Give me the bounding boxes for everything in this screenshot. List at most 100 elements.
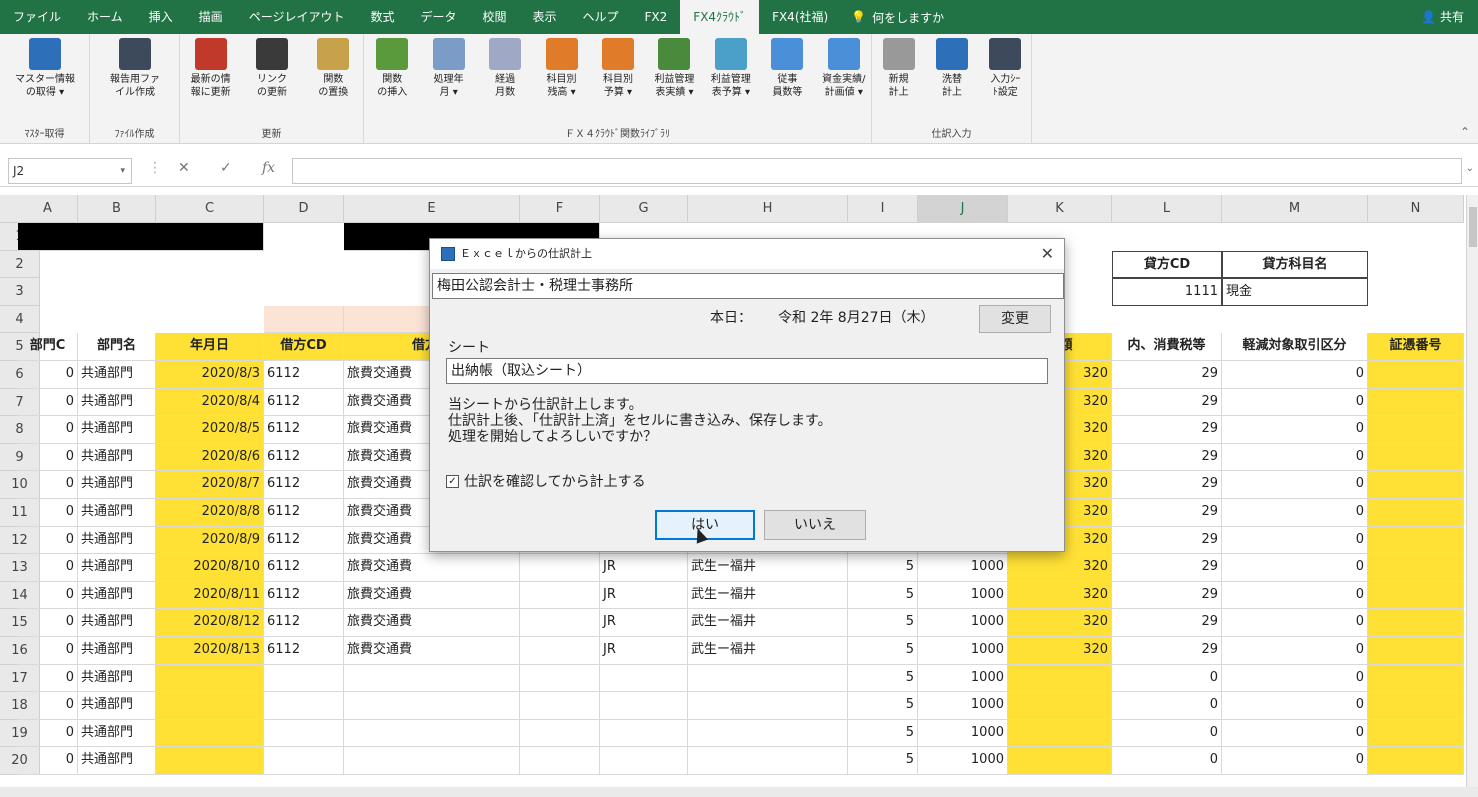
- tax-cell[interactable]: 29: [1112, 361, 1222, 389]
- debit-account-cell[interactable]: [344, 719, 520, 748]
- column-header[interactable]: M: [1222, 195, 1368, 223]
- chevron-down-icon[interactable]: ▾: [120, 159, 125, 183]
- date-cell[interactable]: [156, 719, 264, 748]
- amount-cell[interactable]: 320: [1008, 609, 1112, 637]
- dept-code-cell[interactable]: 0: [18, 526, 78, 555]
- dept-code-cell[interactable]: 0: [18, 416, 78, 444]
- carrier-cell[interactable]: JR: [600, 637, 688, 665]
- date-cell[interactable]: 2020/8/5: [156, 416, 264, 444]
- column-header[interactable]: L: [1112, 195, 1222, 223]
- route-cell[interactable]: 武生ー福井: [688, 637, 848, 665]
- dept-code-cell[interactable]: 0: [18, 664, 78, 693]
- dept-code-cell[interactable]: 0: [18, 388, 78, 417]
- redacted-block[interactable]: [18, 223, 264, 251]
- debit-account-cell[interactable]: 旅費交通費: [344, 554, 520, 582]
- cell[interactable]: [520, 637, 600, 665]
- ribbon-button[interactable]: 最新の情 報に更新: [180, 38, 241, 99]
- dept-name-cell[interactable]: 共通部門: [78, 637, 156, 665]
- debit-cd-cell[interactable]: 6112: [264, 581, 344, 610]
- dept-name-cell[interactable]: 共通部門: [78, 471, 156, 499]
- debit-cd-cell[interactable]: 6112: [264, 416, 344, 444]
- reduced-tax-cell[interactable]: 0: [1222, 637, 1368, 665]
- date-cell[interactable]: 2020/8/13: [156, 637, 264, 665]
- tax-cell[interactable]: 0: [1112, 719, 1222, 748]
- route-cell[interactable]: 武生ー福井: [688, 581, 848, 610]
- tax-cell[interactable]: 29: [1112, 609, 1222, 637]
- column-header[interactable]: G: [600, 195, 688, 223]
- voucher-cell[interactable]: [1368, 361, 1464, 389]
- voucher-cell[interactable]: [1368, 664, 1464, 693]
- ribbon-button[interactable]: 処理年 月 ▾: [420, 38, 476, 99]
- unit-cell[interactable]: 1000: [918, 664, 1008, 693]
- count-cell[interactable]: 5: [848, 747, 918, 775]
- debit-account-cell[interactable]: 旅費交通費: [344, 637, 520, 665]
- unit-cell[interactable]: 1000: [918, 747, 1008, 775]
- tax-cell[interactable]: 29: [1112, 471, 1222, 499]
- column-title[interactable]: 部門C: [18, 333, 78, 361]
- date-cell[interactable]: 2020/8/9: [156, 526, 264, 555]
- column-header[interactable]: H: [688, 195, 848, 223]
- voucher-cell[interactable]: [1368, 416, 1464, 444]
- dept-name-cell[interactable]: 共通部門: [78, 581, 156, 610]
- dept-name-cell[interactable]: 共通部門: [78, 443, 156, 472]
- column-header[interactable]: F: [520, 195, 600, 223]
- menu-tab[interactable]: FX4(社福): [759, 0, 841, 34]
- voucher-cell[interactable]: [1368, 471, 1464, 499]
- voucher-cell[interactable]: [1368, 526, 1464, 555]
- menu-tab[interactable]: FX2: [632, 0, 681, 34]
- voucher-cell[interactable]: [1368, 581, 1464, 610]
- reduced-tax-cell[interactable]: 0: [1222, 388, 1368, 417]
- debit-account-cell[interactable]: 旅費交通費: [344, 581, 520, 610]
- reduced-tax-cell[interactable]: 0: [1222, 554, 1368, 582]
- ribbon-button[interactable]: 科目別 予算 ▾: [590, 38, 646, 99]
- count-cell[interactable]: 5: [848, 609, 918, 637]
- debit-cd-cell[interactable]: 6112: [264, 499, 344, 527]
- dept-name-cell[interactable]: 共通部門: [78, 747, 156, 775]
- menu-tab[interactable]: ホーム: [74, 0, 136, 34]
- ribbon-button[interactable]: 関数 の挿入: [364, 38, 420, 99]
- route-cell[interactable]: [688, 719, 848, 748]
- ribbon-button[interactable]: 新規 計上: [872, 38, 925, 99]
- dept-name-cell[interactable]: 共通部門: [78, 609, 156, 637]
- unit-cell[interactable]: 1000: [918, 692, 1008, 720]
- date-cell[interactable]: 2020/8/10: [156, 554, 264, 582]
- ribbon-button[interactable]: 経過 月数: [477, 38, 533, 99]
- count-cell[interactable]: 5: [848, 581, 918, 610]
- ribbon-button[interactable]: 洗替 計上: [925, 38, 978, 99]
- voucher-cell[interactable]: [1368, 692, 1464, 720]
- dept-name-cell[interactable]: 共通部門: [78, 361, 156, 389]
- cell[interactable]: [520, 609, 600, 637]
- reduced-tax-cell[interactable]: 0: [1222, 664, 1368, 693]
- date-cell[interactable]: 2020/8/4: [156, 388, 264, 417]
- ribbon-button[interactable]: 資金実績/ 計画値 ▾: [816, 38, 872, 99]
- voucher-cell[interactable]: [1368, 499, 1464, 527]
- count-cell[interactable]: 5: [848, 664, 918, 693]
- reduced-tax-cell[interactable]: 0: [1222, 609, 1368, 637]
- scrollbar-thumb[interactable]: [1469, 207, 1477, 247]
- tax-cell[interactable]: 29: [1112, 388, 1222, 417]
- menu-tab[interactable]: ヘルプ: [570, 0, 632, 34]
- menu-tab[interactable]: 挿入: [136, 0, 186, 34]
- route-cell[interactable]: 武生ー福井: [688, 609, 848, 637]
- ribbon-button[interactable]: 従事 員数等: [759, 38, 815, 99]
- debit-cd-cell[interactable]: [264, 664, 344, 693]
- unit-cell[interactable]: 1000: [918, 581, 1008, 610]
- confirm-checkbox[interactable]: ✓: [446, 474, 459, 488]
- date-cell[interactable]: 2020/8/6: [156, 443, 264, 472]
- no-button[interactable]: いいえ: [764, 510, 866, 540]
- chevron-up-icon[interactable]: ⌃: [1460, 125, 1470, 139]
- date-cell[interactable]: 2020/8/12: [156, 609, 264, 637]
- count-cell[interactable]: 5: [848, 554, 918, 582]
- date-cell[interactable]: [156, 692, 264, 720]
- debit-cd-cell[interactable]: 6112: [264, 361, 344, 389]
- debit-account-cell[interactable]: [344, 692, 520, 720]
- date-cell[interactable]: 2020/8/7: [156, 471, 264, 499]
- row-header[interactable]: 4: [0, 305, 40, 334]
- credit-name-value[interactable]: 現金: [1222, 278, 1368, 306]
- cell[interactable]: [520, 554, 600, 582]
- column-header[interactable]: D: [264, 195, 344, 223]
- vertical-scrollbar[interactable]: [1466, 195, 1478, 787]
- tax-cell[interactable]: 0: [1112, 692, 1222, 720]
- unit-cell[interactable]: 1000: [918, 637, 1008, 665]
- column-title[interactable]: 年月日: [156, 333, 264, 361]
